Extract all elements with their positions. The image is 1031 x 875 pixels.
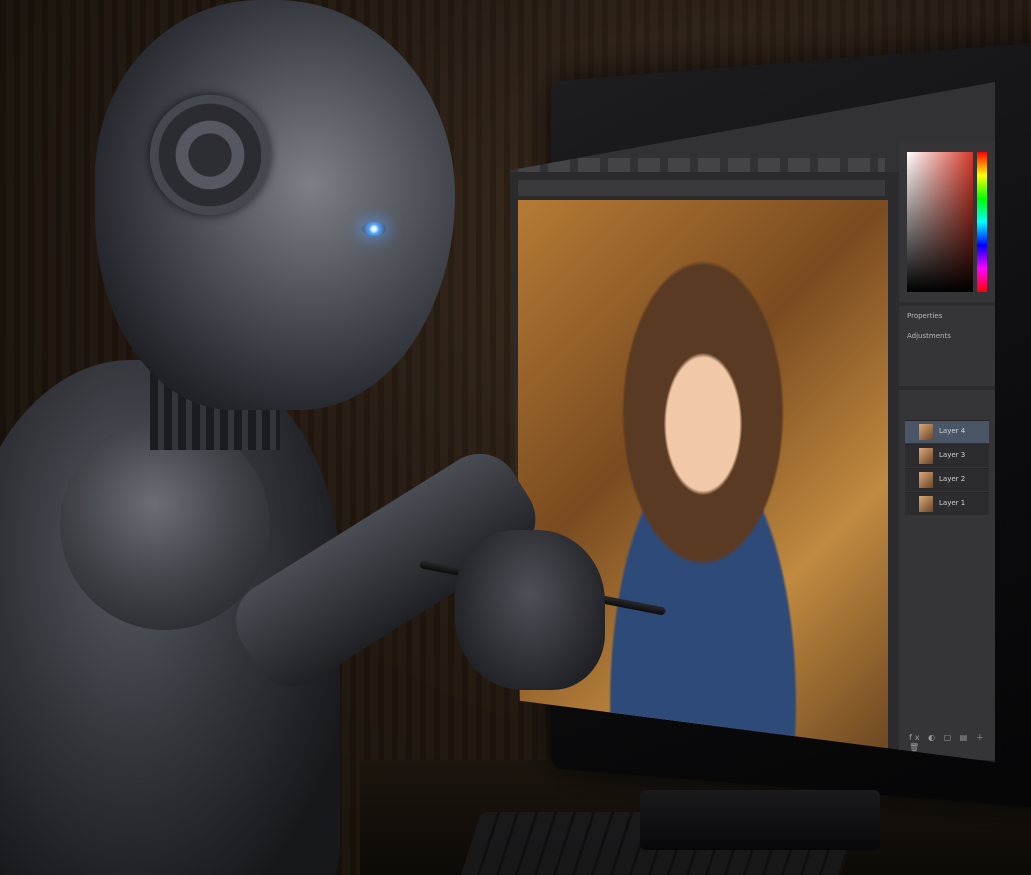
monitor-stand	[640, 790, 880, 850]
robot-ear-icon	[150, 95, 270, 215]
layer-thumbnail	[919, 424, 933, 440]
robot-eye-icon	[362, 222, 386, 236]
adjustments-label: Adjustments	[907, 332, 951, 340]
layer-name: Layer 4	[939, 427, 965, 435]
layer-row[interactable]: Layer 2	[905, 468, 989, 491]
layer-name: Layer 2	[939, 475, 965, 483]
layer-row[interactable]: Layer 1	[905, 492, 989, 515]
color-picker-panel[interactable]	[899, 142, 995, 302]
layer-thumbnail	[919, 448, 933, 464]
layers-panel: Layer 4 Layer 3 Layer 2 Layer 1 fx ◐ ▢ ▤…	[899, 390, 995, 760]
layer-name: Layer 3	[939, 451, 965, 459]
layer-name: Layer 1	[939, 499, 965, 507]
hue-slider[interactable]	[977, 152, 987, 292]
menu-bar[interactable]	[518, 158, 885, 172]
layer-footer-icons[interactable]: fx ◐ ▢ ▤ ＋ 🗑	[909, 732, 995, 752]
scene: Properties Adjustments Layer 4 Layer 3 L…	[0, 0, 1031, 875]
layer-row[interactable]: Layer 3	[905, 444, 989, 467]
properties-label: Properties	[907, 312, 942, 320]
color-field[interactable]	[907, 152, 973, 292]
layer-thumbnail	[919, 496, 933, 512]
options-bar[interactable]	[518, 180, 885, 196]
layer-row[interactable]: Layer 4	[905, 420, 989, 443]
layer-thumbnail	[919, 472, 933, 488]
robot-shoulder	[60, 420, 270, 630]
robot-head	[95, 0, 455, 410]
robot-hand	[455, 530, 605, 690]
properties-panel: Properties Adjustments	[899, 306, 995, 386]
